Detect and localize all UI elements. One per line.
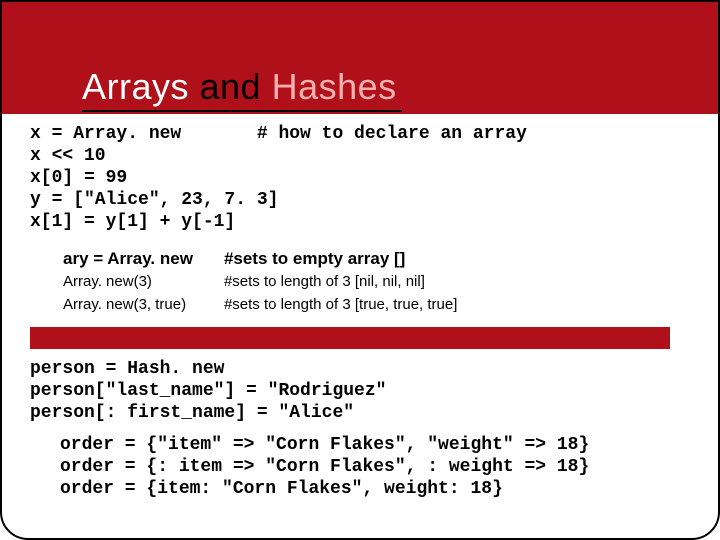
example-code: ary = Array. new: [62, 248, 221, 270]
title-bar: Arrays and Hashes: [2, 2, 718, 114]
slide: Arrays and Hashes x = Array. new # how t…: [0, 0, 720, 540]
page-title: Arrays and Hashes: [82, 66, 397, 108]
example-comment: #sets to empty array []: [223, 248, 458, 270]
code-block-array-basics: x = Array. new # how to declare an array…: [30, 124, 690, 234]
title-word-1: Arrays: [82, 66, 189, 107]
table-row: Array. new(3) #sets to length of 3 [nil,…: [62, 272, 458, 293]
example-code: Array. new(3, true): [62, 295, 221, 316]
title-word-2: and: [189, 66, 272, 107]
code-block-hash-basics: person = Hash. new person["last_name"] =…: [30, 359, 690, 425]
title-word-3: Hashes: [272, 66, 397, 107]
example-comment: #sets to length of 3 [true, true, true]: [223, 295, 458, 316]
example-comment: #sets to length of 3 [nil, nil, nil]: [223, 272, 458, 293]
title-underline: [82, 110, 402, 112]
table-row: Array. new(3, true) #sets to length of 3…: [62, 295, 458, 316]
example-code: Array. new(3): [62, 272, 221, 293]
content: x = Array. new # how to declare an array…: [2, 114, 718, 501]
divider-bar: [30, 327, 670, 349]
code-block-hash-literals: order = {"item" => "Corn Flakes", "weigh…: [60, 435, 690, 501]
table-row: ary = Array. new #sets to empty array []: [62, 248, 458, 270]
array-new-table: ary = Array. new #sets to empty array []…: [60, 246, 460, 318]
array-new-examples: ary = Array. new #sets to empty array []…: [60, 246, 690, 318]
